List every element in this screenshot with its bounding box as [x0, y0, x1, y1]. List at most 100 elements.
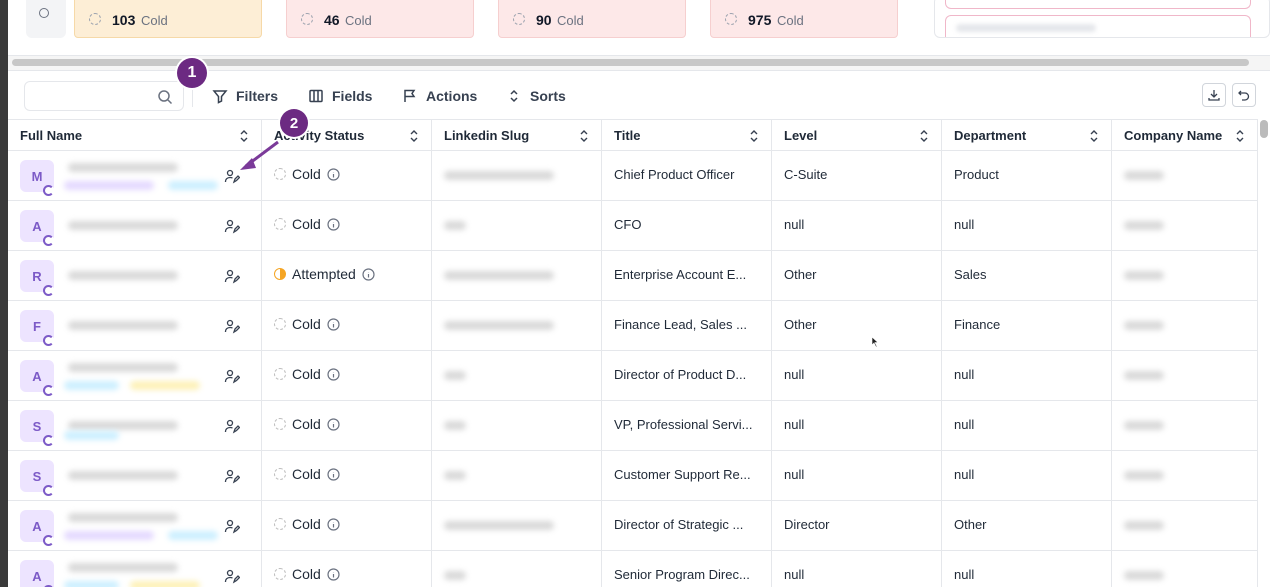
linkedin-slug-cell[interactable]: [432, 551, 602, 587]
table-row[interactable]: F Cold Finance Lead, Sales ... Other Finance: [8, 301, 1258, 351]
full-name-cell[interactable]: A: [8, 551, 262, 587]
person-edit-icon[interactable]: [224, 268, 240, 284]
fields-button[interactable]: Fields: [308, 85, 372, 107]
full-name-cell[interactable]: S: [8, 401, 262, 450]
activity-status-cell[interactable]: Cold: [262, 501, 432, 550]
full-name-cell[interactable]: A: [8, 351, 262, 400]
actions-button[interactable]: Actions: [402, 85, 477, 107]
company-name-cell[interactable]: [1112, 201, 1258, 250]
linkedin-slug-cell[interactable]: [432, 351, 602, 400]
info-icon[interactable]: [327, 167, 340, 181]
activity-status-cell[interactable]: Cold: [262, 551, 432, 587]
sort-arrows-icon[interactable]: [919, 129, 929, 143]
info-icon[interactable]: [327, 317, 340, 331]
person-edit-icon[interactable]: [224, 318, 240, 334]
info-icon[interactable]: [327, 467, 340, 481]
department-cell[interactable]: null: [942, 201, 1112, 250]
column-header[interactable]: Level: [772, 120, 942, 151]
column-header[interactable]: Department: [942, 120, 1112, 151]
info-icon[interactable]: [362, 267, 375, 281]
sort-arrows-icon[interactable]: [579, 129, 589, 143]
company-name-cell[interactable]: [1112, 551, 1258, 587]
download-button[interactable]: [1202, 83, 1226, 107]
table-row[interactable]: A Cold Senior Program Direc... null null: [8, 551, 1258, 587]
activity-status-cell[interactable]: Cold: [262, 401, 432, 450]
table-row[interactable]: A Cold CFO null null: [8, 201, 1258, 251]
person-edit-icon[interactable]: [224, 418, 240, 434]
title-cell[interactable]: Senior Program Direc...: [602, 551, 772, 587]
full-name-cell[interactable]: S: [8, 451, 262, 500]
table-row[interactable]: R Attempted Enterprise Account E... Other Sa…: [8, 251, 1258, 301]
person-edit-icon[interactable]: [224, 218, 240, 234]
company-name-cell[interactable]: [1112, 401, 1258, 450]
full-name-cell[interactable]: A: [8, 201, 262, 250]
column-header[interactable]: Company Name: [1112, 120, 1258, 151]
department-cell[interactable]: Finance: [942, 301, 1112, 350]
sort-arrows-icon[interactable]: [749, 129, 759, 143]
level-cell[interactable]: Other: [772, 251, 942, 300]
activity-status-cell[interactable]: Cold: [262, 301, 432, 350]
column-header[interactable]: Full Name: [8, 120, 262, 151]
summary-card[interactable]: 46 Cold: [286, 0, 474, 38]
company-name-cell[interactable]: [1112, 451, 1258, 500]
activity-status-cell[interactable]: Cold: [262, 451, 432, 500]
level-cell[interactable]: null: [772, 451, 942, 500]
column-header[interactable]: Linkedin Slug: [432, 120, 602, 151]
title-cell[interactable]: VP, Professional Servi...: [602, 401, 772, 450]
department-cell[interactable]: Sales: [942, 251, 1112, 300]
company-name-cell[interactable]: [1112, 301, 1258, 350]
person-edit-icon[interactable]: [224, 468, 240, 484]
table-row[interactable]: S Cold Customer Support Re... null null: [8, 451, 1258, 501]
linkedin-slug-cell[interactable]: [432, 251, 602, 300]
level-cell[interactable]: null: [772, 201, 942, 250]
info-icon[interactable]: [327, 417, 340, 431]
department-cell[interactable]: null: [942, 451, 1112, 500]
vertical-scrollbar[interactable]: [1260, 120, 1268, 138]
info-icon[interactable]: [327, 517, 340, 531]
table-row[interactable]: A Cold Director of Strategic ... Director Ot…: [8, 501, 1258, 551]
filters-button[interactable]: Filters: [212, 85, 278, 107]
linkedin-slug-cell[interactable]: [432, 501, 602, 550]
linkedin-slug-cell[interactable]: [432, 301, 602, 350]
search-box[interactable]: [24, 81, 184, 111]
summary-card[interactable]: 975 Cold: [710, 0, 898, 38]
level-cell[interactable]: Other: [772, 301, 942, 350]
title-cell[interactable]: Director of Strategic ...: [602, 501, 772, 550]
company-name-cell[interactable]: [1112, 501, 1258, 550]
sort-arrows-icon[interactable]: [409, 129, 419, 143]
title-cell[interactable]: Chief Product Officer: [602, 151, 772, 200]
department-cell[interactable]: null: [942, 401, 1112, 450]
search-input[interactable]: [31, 87, 151, 105]
linkedin-slug-cell[interactable]: [432, 401, 602, 450]
activity-status-cell[interactable]: Cold: [262, 201, 432, 250]
level-cell[interactable]: null: [772, 551, 942, 587]
person-edit-icon[interactable]: [224, 368, 240, 384]
company-name-cell[interactable]: [1112, 151, 1258, 200]
info-icon[interactable]: [327, 567, 340, 581]
title-cell[interactable]: CFO: [602, 201, 772, 250]
level-cell[interactable]: Director: [772, 501, 942, 550]
full-name-cell[interactable]: A: [8, 501, 262, 550]
linkedin-slug-cell[interactable]: [432, 151, 602, 200]
info-icon[interactable]: [327, 367, 340, 381]
department-cell[interactable]: Other: [942, 501, 1112, 550]
full-name-cell[interactable]: R: [8, 251, 262, 300]
linkedin-slug-cell[interactable]: [432, 201, 602, 250]
title-cell[interactable]: Director of Product D...: [602, 351, 772, 400]
person-edit-icon[interactable]: [224, 568, 240, 584]
info-icon[interactable]: [327, 217, 340, 231]
table-row[interactable]: A Cold Director of Product D... null null: [8, 351, 1258, 401]
level-cell[interactable]: C-Suite: [772, 151, 942, 200]
title-cell[interactable]: Enterprise Account E...: [602, 251, 772, 300]
title-cell[interactable]: Customer Support Re...: [602, 451, 772, 500]
full-name-cell[interactable]: F: [8, 301, 262, 350]
company-name-cell[interactable]: [1112, 251, 1258, 300]
company-name-cell[interactable]: [1112, 351, 1258, 400]
person-edit-icon[interactable]: [224, 518, 240, 534]
level-cell[interactable]: null: [772, 401, 942, 450]
summary-card[interactable]: 90 Cold: [498, 0, 686, 38]
full-name-cell[interactable]: M: [8, 151, 262, 200]
title-cell[interactable]: Finance Lead, Sales ...: [602, 301, 772, 350]
side-toggle-button[interactable]: [26, 0, 66, 38]
sort-arrows-icon[interactable]: [1089, 129, 1099, 143]
